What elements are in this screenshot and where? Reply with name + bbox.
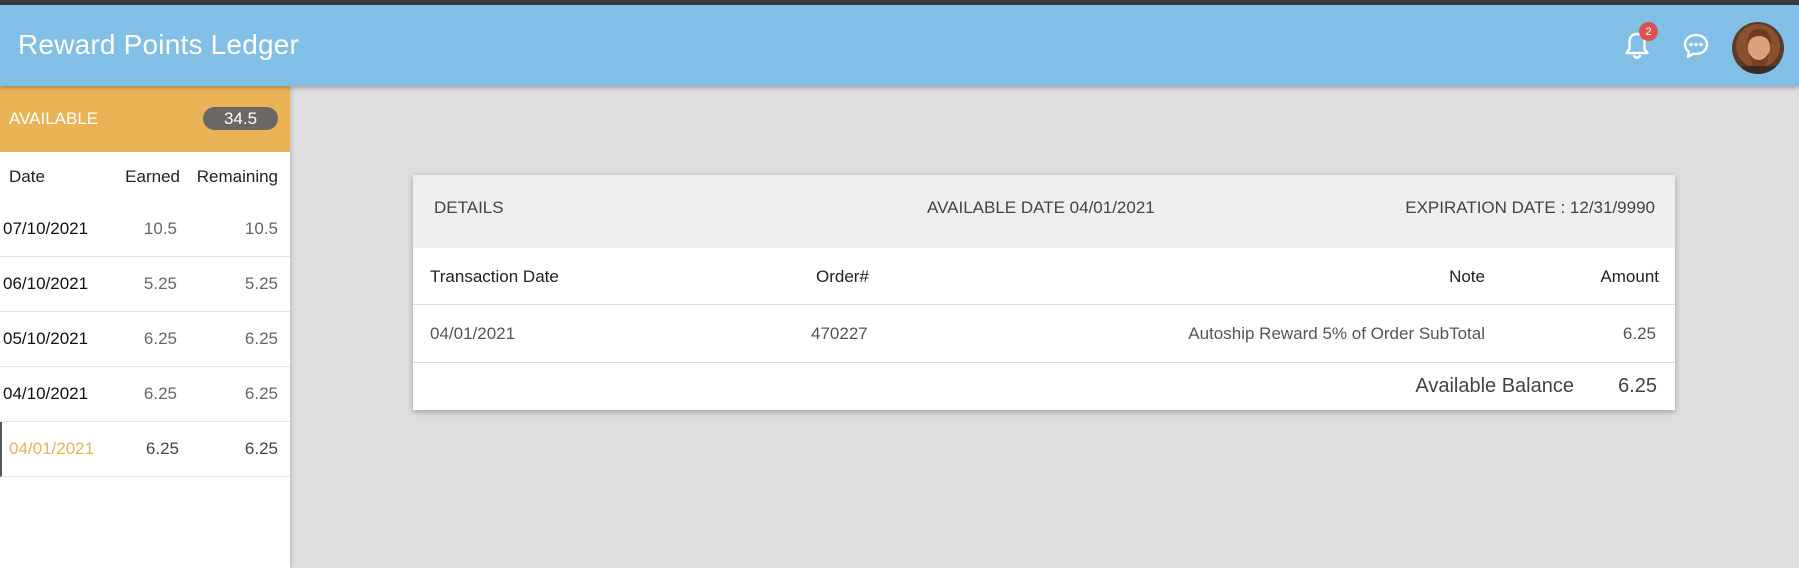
transaction-date-column-header: Transaction Date (430, 267, 559, 286)
available-points-badge: 34.5 (203, 107, 278, 130)
chat-icon[interactable] (1679, 29, 1713, 63)
table-row: 04/01/2021 470227 Autoship Reward 5% of … (413, 305, 1675, 363)
balance-row: Available Balance 6.25 (413, 363, 1675, 410)
available-label: AVAILABLE (9, 109, 99, 128)
ledger-row-date: 07/10/2021 (3, 219, 89, 238)
expiration-date: EXPIRATION DATE : 12/31/9990 (1405, 198, 1655, 217)
order-number-cell: 470227 (811, 324, 868, 343)
ledger-row[interactable]: 07/10/2021 10.5 10.5 (0, 202, 290, 257)
user-avatar[interactable] (1732, 22, 1784, 74)
points-sidebar: AVAILABLE 34.5 Date Earned Remaining 07/… (0, 86, 290, 568)
available-balance-value: 6.25 (1618, 375, 1657, 397)
details-title: DETAILS (434, 198, 504, 217)
ledger-row-earned: 6.25 (143, 384, 177, 403)
ledger-row-earned: 6.25 (145, 439, 179, 458)
ledger-row-remaining: 5.25 (244, 274, 278, 293)
earned-column-header: Earned (125, 167, 180, 186)
notification-badge[interactable]: 2 (1639, 22, 1658, 41)
ledger-row-selected[interactable]: 04/01/2021 6.25 6.25 (0, 422, 290, 477)
order-column-header: Order# (816, 267, 869, 286)
ledger-row-remaining: 6.25 (244, 329, 278, 348)
note-cell: Autoship Reward 5% of Order SubTotal (1188, 324, 1485, 343)
remaining-column-header: Remaining (196, 167, 278, 186)
amount-cell: 6.25 (1622, 324, 1656, 343)
ledger-row-earned: 6.25 (143, 329, 177, 348)
ledger-row-date: 04/10/2021 (3, 384, 89, 403)
ledger-row-date: 06/10/2021 (3, 274, 89, 293)
ledger-row-remaining: 6.25 (244, 384, 278, 403)
transactions-table-header: Transaction Date Order# Note Amount (413, 248, 1675, 305)
ledger-row-earned: 10.5 (143, 219, 177, 238)
details-header: DETAILS AVAILABLE DATE 04/01/2021 EXPIRA… (413, 175, 1675, 248)
transaction-date-cell: 04/01/2021 (430, 324, 516, 343)
ledger-row-remaining: 10.5 (244, 219, 278, 238)
amount-column-header: Amount (1600, 267, 1659, 286)
available-date: AVAILABLE DATE 04/01/2021 (927, 198, 1155, 217)
ledger-row-date: 05/10/2021 (3, 329, 89, 348)
ledger-row-date: 04/01/2021 (9, 439, 95, 458)
details-card: DETAILS AVAILABLE DATE 04/01/2021 EXPIRA… (413, 175, 1675, 410)
ledger-row-earned: 5.25 (143, 274, 177, 293)
ledger-row[interactable]: 06/10/2021 5.25 5.25 (0, 257, 290, 312)
ledger-row[interactable]: 04/10/2021 6.25 6.25 (0, 367, 290, 422)
app-header: Reward Points Ledger 2 (0, 5, 1799, 86)
date-column-header: Date (9, 167, 45, 186)
ledger-row-remaining: 6.25 (244, 439, 278, 458)
sidebar-table-header: Date Earned Remaining (0, 152, 290, 202)
available-bar: AVAILABLE 34.5 (0, 86, 290, 152)
available-balance-label: Available Balance (1415, 375, 1574, 397)
app-title: Reward Points Ledger (18, 29, 300, 60)
note-column-header: Note (1449, 267, 1485, 286)
ledger-row[interactable]: 05/10/2021 6.25 6.25 (0, 312, 290, 367)
